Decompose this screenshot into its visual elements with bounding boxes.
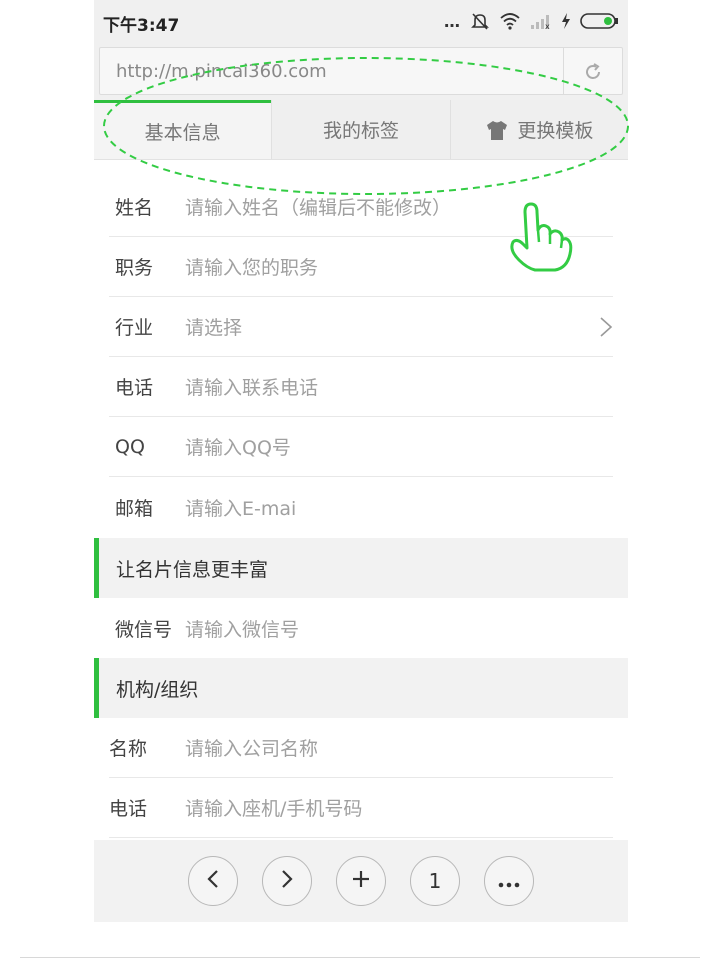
forward-button[interactable]: [262, 856, 312, 906]
field-label: 电话: [115, 377, 154, 399]
status-bar: 下午3:47 … x: [94, 0, 628, 42]
field-label: 名称: [109, 738, 148, 760]
tab-label: 我的标签: [322, 120, 399, 142]
svg-text:x: x: [545, 22, 550, 30]
tab-count: 1: [428, 869, 442, 893]
wechat-input[interactable]: 请输入微信号: [185, 615, 299, 642]
tab-label: 基本信息: [144, 121, 221, 144]
field-label: 职务: [115, 257, 154, 279]
industry-select[interactable]: 请选择: [185, 313, 242, 340]
field-row-phone[interactable]: 电话 请输入联系电话: [109, 357, 613, 417]
position-input[interactable]: 请输入您的职务: [185, 253, 318, 280]
field-label: 微信号: [115, 618, 173, 641]
company-phone-input[interactable]: 请输入座机/手机号码: [185, 794, 362, 821]
tab-bar: 基本信息 我的标签 更换模板: [94, 100, 628, 160]
field-row-wechat[interactable]: 微信号 请输入微信号: [109, 598, 613, 658]
name-input[interactable]: 请输入姓名（编辑后不能修改）: [185, 193, 451, 220]
field-row-company-phone[interactable]: 电话 请输入座机/手机号码: [109, 778, 613, 838]
more-dots-icon: …: [444, 11, 461, 31]
section-header-organization: 机构/组织: [94, 658, 628, 718]
address-bar[interactable]: http://m.pincai360.com: [99, 47, 623, 95]
phone-input[interactable]: 请输入联系电话: [185, 373, 318, 400]
tab-label: 更换模板: [517, 120, 594, 142]
qq-input[interactable]: 请输入QQ号: [185, 433, 291, 460]
wifi-icon: [499, 12, 521, 30]
tab-basic-info[interactable]: 基本信息: [94, 100, 272, 159]
field-label: 姓名: [115, 197, 154, 219]
chevron-right-icon: [599, 316, 613, 338]
reload-icon[interactable]: [581, 60, 605, 84]
field-row-industry[interactable]: 行业 请选择: [109, 297, 613, 357]
section-header-rich-info: 让名片信息更丰富: [94, 538, 628, 598]
url-text[interactable]: http://m.pincai360.com: [116, 61, 327, 82]
back-button[interactable]: [188, 856, 238, 906]
tab-my-tags[interactable]: 我的标签: [271, 100, 449, 159]
section-title: 让名片信息更丰富: [116, 558, 269, 581]
field-row-company-name[interactable]: 名称 请输入公司名称: [109, 718, 613, 778]
field-label: QQ: [115, 435, 145, 458]
tshirt-icon: [485, 119, 509, 141]
section-accent-bar: [94, 658, 99, 718]
chevron-left-icon: [205, 869, 221, 894]
battery-icon: [580, 12, 620, 30]
field-row-name[interactable]: 姓名 请输入姓名（编辑后不能修改）: [109, 177, 613, 237]
field-label: 邮箱: [115, 497, 154, 520]
charging-icon: [561, 12, 571, 30]
tab-change-template[interactable]: 更换模板: [449, 100, 628, 159]
signal-icon: x: [530, 12, 552, 30]
company-name-input[interactable]: 请输入公司名称: [185, 734, 318, 761]
tab-count-button[interactable]: 1: [410, 856, 460, 906]
address-bar-area: http://m.pincai360.com: [94, 42, 628, 100]
url-divider: [563, 48, 564, 94]
section-accent-bar: [94, 538, 99, 598]
status-icons: … x: [444, 10, 620, 32]
new-tab-button[interactable]: [336, 856, 386, 906]
phone-screen: 下午3:47 … x http://m.pincai360.com 基本信息 我…: [94, 0, 628, 922]
more-icon: [497, 869, 521, 893]
field-row-email[interactable]: 邮箱 请输入E-mai: [109, 477, 613, 537]
mute-icon: [470, 11, 490, 31]
page-bottom-divider: [20, 957, 700, 958]
section-title: 机构/组织: [116, 678, 199, 701]
field-row-position[interactable]: 职务 请输入您的职务: [109, 237, 613, 297]
email-input[interactable]: 请输入E-mai: [185, 494, 296, 521]
field-label: 电话: [109, 798, 148, 820]
menu-button[interactable]: [484, 856, 534, 906]
chevron-right-icon: [279, 869, 295, 894]
browser-toolbar: 1: [94, 840, 628, 922]
field-label: 行业: [115, 317, 154, 339]
status-time: 下午3:47: [103, 16, 180, 36]
field-row-qq[interactable]: QQ 请输入QQ号: [109, 417, 613, 477]
plus-icon: [351, 869, 371, 894]
